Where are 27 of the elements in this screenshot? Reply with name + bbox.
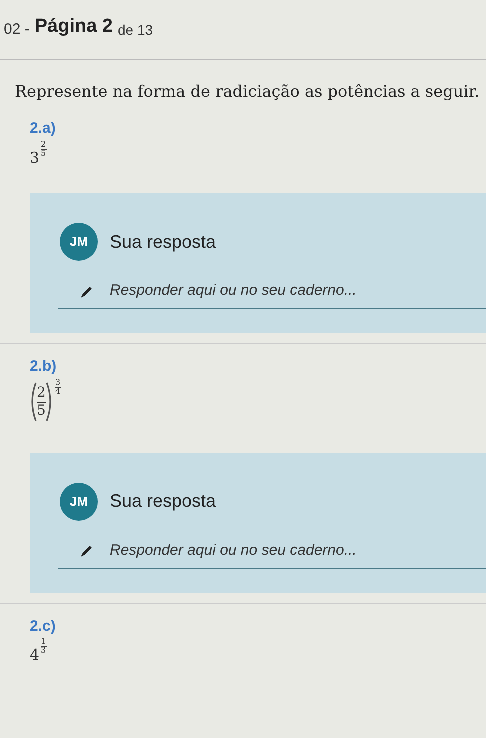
pencil-icon (80, 284, 94, 298)
page-title: Página 2 (34, 14, 114, 38)
base-numerator: 2 (37, 384, 46, 402)
answer-placeholder: Responder aqui ou no seu caderno... (110, 281, 357, 302)
answer-field[interactable]: Responder aqui ou no seu caderno... (58, 534, 486, 568)
avatar: JM (60, 223, 98, 261)
answer-title: Sua resposta (110, 490, 216, 513)
exponent-denominator: 4 (55, 388, 61, 396)
instruction-text: Represente na forma de radiciação as potências a seguir. (14, 81, 481, 103)
pencil-icon (80, 544, 94, 558)
exponent-numerator: 2 (41, 140, 46, 148)
page-prefix: 02 - (4, 20, 30, 40)
exponent-numerator: 3 (55, 378, 61, 386)
base-denominator: 5 (37, 402, 46, 420)
exponent-denominator: 5 (41, 150, 46, 158)
base-number: 3 (30, 148, 40, 168)
question-label: 2.b) (29, 357, 58, 377)
answer-placeholder: Responder aqui ou no seu caderno... (110, 540, 357, 561)
question-label: 2.c) (29, 616, 57, 636)
base-number: 4 (30, 645, 40, 666)
question-label: 2.a) (29, 119, 57, 139)
exponent-denominator: 3 (41, 647, 46, 655)
exponent-numerator: 1 (41, 638, 46, 646)
avatar: JM (60, 482, 98, 520)
page-count: de 13 (118, 21, 154, 40)
answer-field[interactable]: Responder aqui ou no seu caderno... (58, 275, 486, 309)
answer-title: Sua resposta (110, 230, 216, 254)
